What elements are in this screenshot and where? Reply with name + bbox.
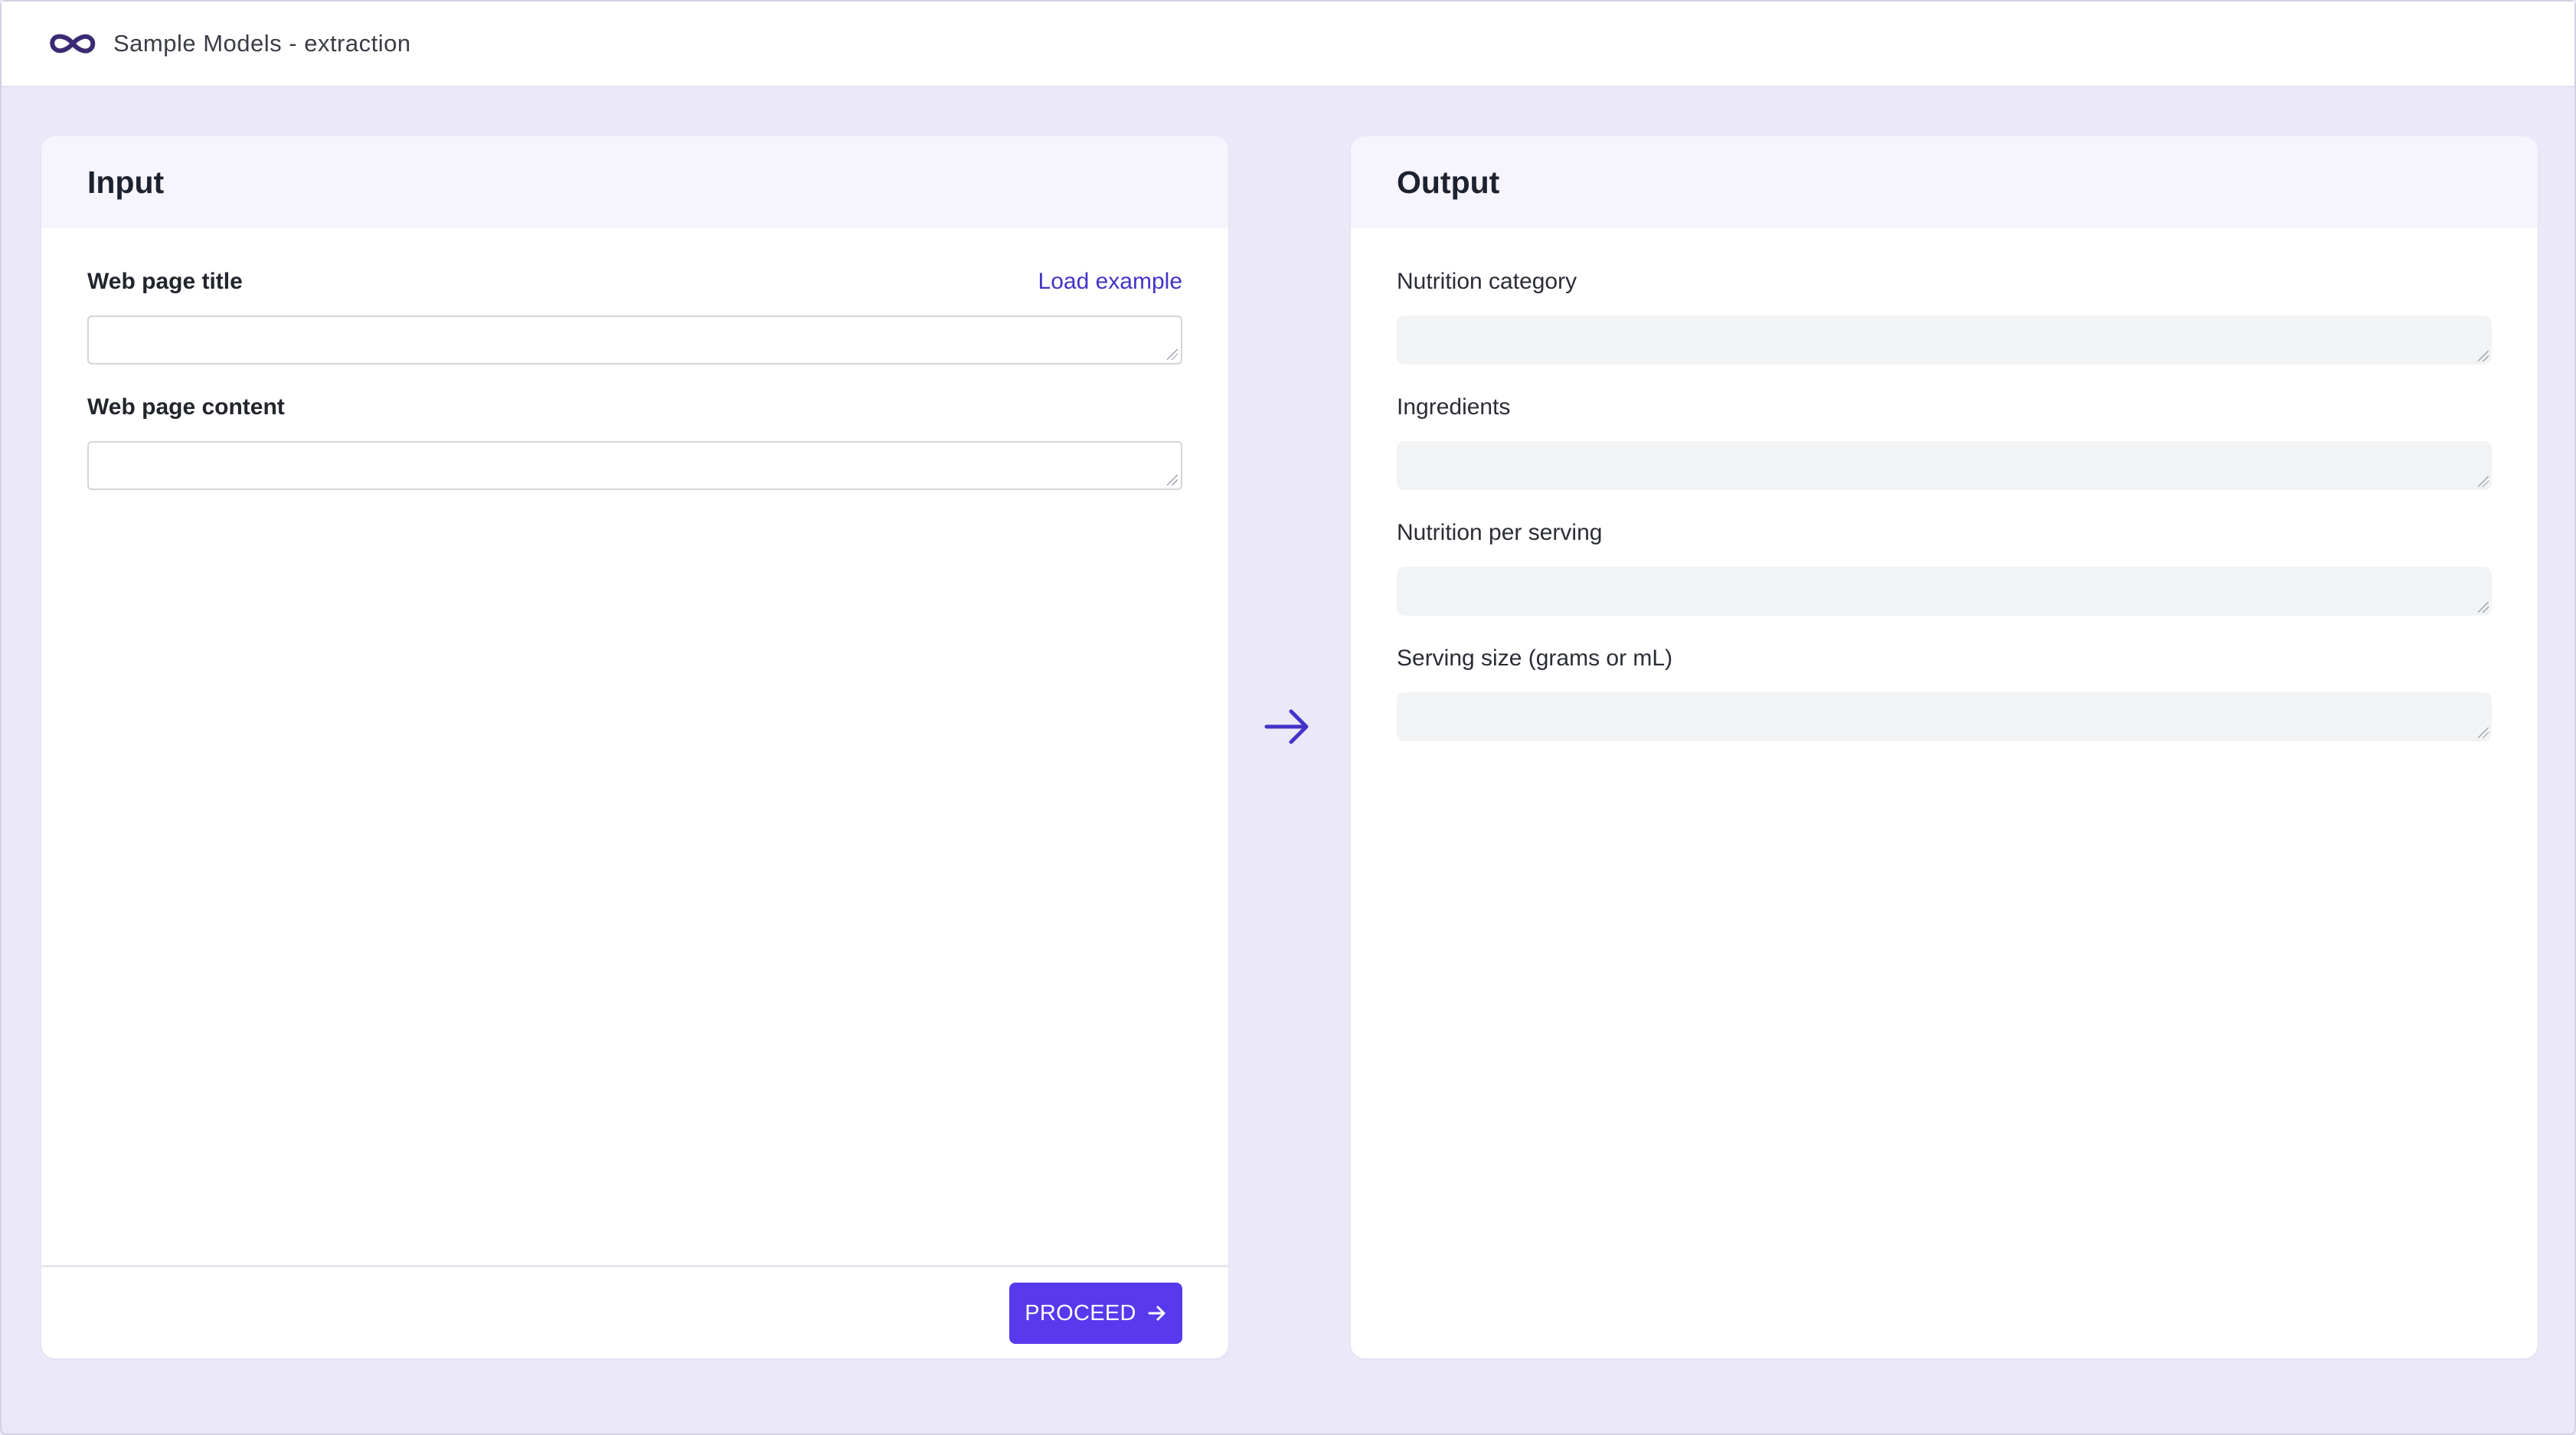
app-title: Sample Models - extraction [113,30,411,57]
nutrition-category-label: Nutrition category [1397,269,1577,294]
arrow-right-icon [1148,1306,1165,1321]
resize-handle-icon[interactable] [2478,351,2489,361]
output-panel-title: Output [1351,136,2538,228]
ingredients-field: Ingredients [1397,392,2492,490]
serving-size-label: Serving size (grams or mL) [1397,646,1673,671]
proceed-button-label: PROCEED [1025,1300,1136,1325]
output-panel: Output Nutrition category Ingredients Nu… [1351,136,2538,1358]
nutrition-per-serving-field: Nutrition per serving [1397,518,2492,616]
input-panel-footer: PROCEED [41,1265,1228,1358]
load-example-link[interactable]: Load example [1038,269,1182,295]
resize-handle-icon[interactable] [2478,476,2489,487]
nutrition-category-field: Nutrition category [1397,266,2492,364]
top-bar: Sample Models - extraction [2,2,2574,87]
web-page-content-input[interactable] [87,441,1182,490]
web-page-title-input[interactable] [87,315,1182,364]
input-panel-title: Input [41,136,1228,228]
resize-handle-icon[interactable] [2478,727,2489,738]
nutrition-per-serving-label: Nutrition per serving [1397,520,1603,545]
nutrition-category-output[interactable] [1397,315,2492,364]
nutrition-per-serving-output[interactable] [1397,567,2492,616]
proceed-button[interactable]: PROCEED [1009,1283,1182,1344]
input-panel: Input Web page title Load example Web pa… [41,136,1228,1358]
arrow-right-icon [1264,709,1309,744]
resize-handle-icon[interactable] [1167,349,1178,360]
web-page-content-label: Web page content [87,394,285,420]
web-page-content-field: Web page content [87,392,1182,490]
ingredients-label: Ingredients [1397,394,1511,420]
ingredients-output[interactable] [1397,441,2492,490]
resize-handle-icon[interactable] [1167,475,1178,485]
resize-handle-icon[interactable] [2478,602,2489,613]
web-page-title-label: Web page title [87,269,243,294]
web-page-title-field: Web page title Load example [87,266,1182,364]
serving-size-field: Serving size (grams or mL) [1397,643,2492,741]
infinity-logo-icon [49,31,96,56]
serving-size-output[interactable] [1397,692,2492,741]
